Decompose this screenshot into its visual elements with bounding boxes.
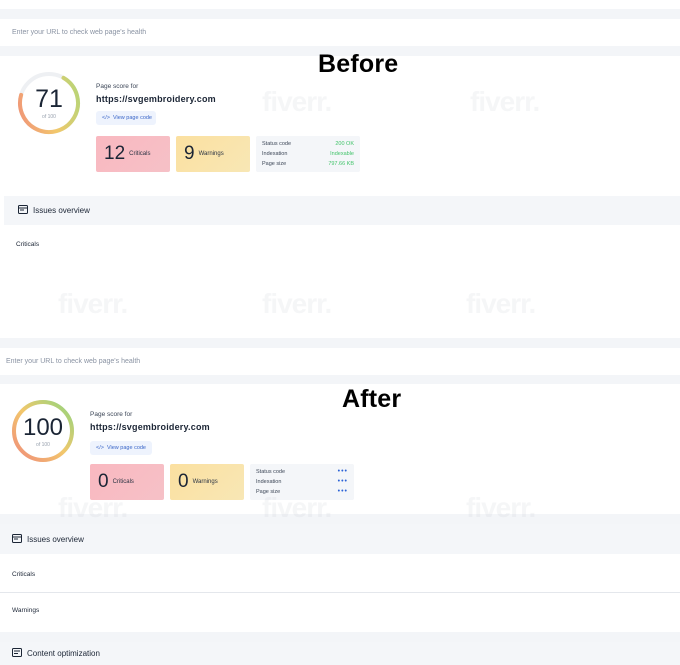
before-info-box: Status code 200 OK Indexation Indexable …	[256, 136, 360, 172]
before-criticals-count: 12	[104, 143, 126, 164]
after-url-input[interactable]: Enter your URL to check web page's healt…	[0, 348, 680, 375]
before-status-label: Status code	[262, 141, 292, 147]
before-score-of: of 100	[42, 114, 56, 120]
before-warnings-count: 9	[184, 143, 195, 164]
loading-dots-icon: •••	[337, 468, 348, 475]
before-warnings-label: Warnings	[198, 151, 224, 157]
after-warnings-box[interactable]: 0 Warnings	[170, 464, 244, 500]
after-indexation-label: Indexation	[256, 479, 282, 485]
before-issues-title: Issues overview	[33, 206, 90, 215]
before-indexation-value: Indexable	[330, 151, 354, 157]
content-icon	[12, 648, 22, 659]
before-size-label: Page size	[262, 161, 287, 167]
after-score-value: 100	[22, 414, 64, 441]
after-criticals-count: 0	[98, 471, 109, 492]
before-score-label: Page score for	[96, 83, 139, 90]
before-criticals-label: Criticals	[129, 151, 151, 157]
before-top-strip	[0, 9, 680, 19]
watermark: fiverr.	[58, 492, 128, 523]
watermark: fiverr.	[262, 492, 332, 523]
before-status-value: 200 OK	[335, 141, 354, 147]
before-score-card: Before 71 of 100 Page score for https://…	[4, 50, 680, 186]
before-info-size: Page size 797.66 KB	[262, 161, 354, 167]
watermark: fiverr.	[262, 86, 332, 117]
before-criticals-row[interactable]: Criticals	[4, 230, 680, 258]
after-warnings-row-label: Warnings	[12, 606, 40, 614]
after-view-code-button[interactable]: </> View page code	[90, 441, 152, 455]
after-site-url: https://svgembroidery.com	[90, 422, 210, 432]
code-icon: </>	[96, 445, 104, 451]
after-criticals-row[interactable]: Criticals	[0, 558, 680, 590]
after-issues-title: Issues overview	[27, 534, 84, 544]
loading-dots-icon: •••	[337, 478, 348, 485]
after-url-placeholder: Enter your URL to check web page's healt…	[6, 358, 141, 365]
after-warnings-count: 0	[178, 471, 189, 492]
before-heading: Before	[318, 50, 399, 78]
after-heading: After	[342, 385, 402, 413]
after-score-of: of 100	[36, 442, 50, 448]
after-score-label: Page score for	[90, 411, 133, 418]
after-issues-header[interactable]: Issues overview	[0, 524, 680, 554]
watermark: fiverr.	[466, 288, 536, 319]
loading-dots-icon: •••	[337, 488, 348, 495]
before-site-url: https://svgembroidery.com	[96, 94, 216, 104]
watermark: fiverr.	[466, 492, 536, 523]
after-criticals-row-label: Criticals	[12, 570, 36, 578]
issues-icon	[12, 533, 22, 545]
before-indexation-label: Indexation	[262, 151, 288, 157]
before-score-value: 71	[35, 85, 63, 113]
before-view-code-button[interactable]: </> View page code	[96, 111, 156, 125]
after-criticals-label: Criticals	[112, 479, 134, 485]
after-gap-strip	[0, 375, 680, 384]
before-url-input[interactable]: Enter your URL to check web page's healt…	[4, 19, 680, 46]
content-optimization-header[interactable]: Content optimization	[0, 642, 680, 665]
before-issues-header[interactable]: Issues overview	[4, 196, 680, 225]
before-info-status: Status code 200 OK	[262, 141, 354, 147]
watermark: fiverr.	[470, 86, 540, 117]
before-criticals-row-label: Criticals	[16, 240, 40, 248]
before-size-value: 797.66 KB	[328, 161, 354, 167]
watermark: fiverr.	[262, 288, 332, 319]
after-view-code-label: View page code	[106, 445, 146, 451]
code-icon: </>	[102, 115, 110, 121]
after-info-status: Status code •••	[256, 468, 348, 475]
before-criticals-box[interactable]: 12 Criticals	[96, 136, 170, 172]
mid-strip	[0, 338, 680, 348]
after-gap-strip-3	[0, 632, 680, 642]
before-view-code-label: View page code	[112, 115, 152, 121]
after-warnings-row[interactable]: Warnings	[0, 594, 680, 626]
row-divider	[0, 592, 680, 593]
before-score-gauge: 71 of 100	[16, 70, 82, 136]
after-status-label: Status code	[256, 469, 286, 475]
issues-icon	[18, 205, 28, 216]
after-warnings-label: Warnings	[192, 479, 218, 485]
content-optimization-title: Content optimization	[27, 649, 100, 658]
before-info-indexation: Indexation Indexable	[262, 151, 354, 157]
before-warnings-box[interactable]: 9 Warnings	[176, 136, 250, 172]
watermark: fiverr.	[58, 288, 128, 319]
after-info-indexation: Indexation •••	[256, 478, 348, 485]
after-score-gauge: 100 of 100	[10, 398, 76, 464]
before-url-placeholder: Enter your URL to check web page's healt…	[12, 29, 147, 36]
